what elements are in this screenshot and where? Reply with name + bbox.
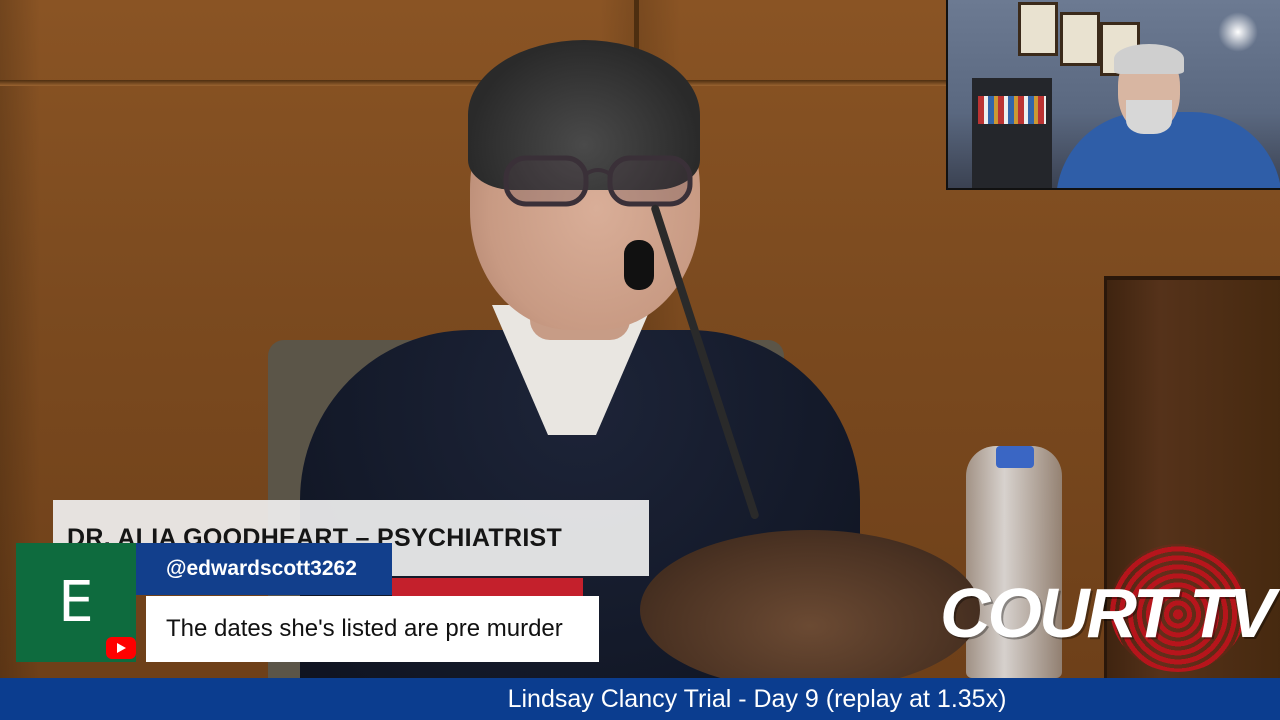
- foreground-head: [640, 530, 980, 678]
- chat-username: @edwardscott3262: [136, 543, 392, 595]
- avatar-letter: E: [58, 570, 94, 635]
- lamp-icon: [1218, 12, 1258, 52]
- nameplate-accent-bar: [392, 578, 583, 596]
- microphone-icon: [624, 240, 654, 290]
- stream-title: Lindsay Clancy Trial - Day 9 (replay at …: [507, 685, 1007, 713]
- water-bottle-cap: [996, 446, 1034, 468]
- chat-message: The dates she's listed are pre murder: [146, 596, 599, 662]
- streamer-hair: [1114, 44, 1184, 74]
- glasses-icon: [503, 155, 693, 207]
- stream-title-banner: Lindsay Clancy Trial - Day 9 (replay at …: [0, 678, 1280, 720]
- streamer-webcam-inset: [946, 0, 1280, 190]
- bookshelf: [972, 78, 1052, 188]
- youtube-icon: [106, 637, 136, 659]
- play-icon: [117, 643, 126, 653]
- framed-certificate: [1060, 12, 1100, 66]
- books: [978, 96, 1046, 124]
- court-tv-logo: COURT TV: [940, 574, 1275, 652]
- streamer-beard: [1126, 100, 1172, 134]
- framed-certificate: [1018, 2, 1058, 56]
